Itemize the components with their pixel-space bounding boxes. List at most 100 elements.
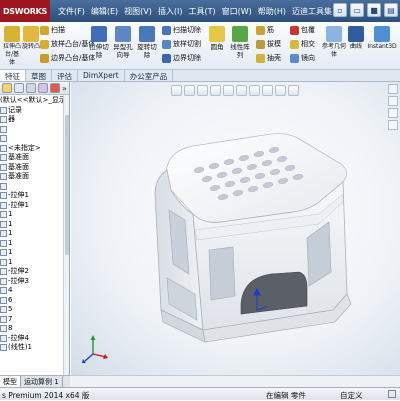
hole-wizard-button[interactable]: 异型孔向导 (112, 26, 134, 59)
new-document-icon[interactable]: ▫ (333, 3, 347, 17)
graphics-viewport[interactable] (71, 82, 400, 375)
tree-item[interactable]: 基准面 (0, 153, 69, 163)
dimxpert-tab-icon[interactable] (38, 83, 48, 93)
menu-edit[interactable]: 编辑(E) (91, 6, 118, 17)
wrap-button[interactable]: 包覆 (290, 25, 315, 35)
tree-item[interactable]: <未指定> (0, 144, 69, 154)
help-icon[interactable] (388, 390, 396, 398)
viewport-horizontal-scrollbar[interactable] (70, 375, 400, 387)
feature-tree: (默认<<默认>_显示状态 记录 器 <未指定> 基准面 基准面 基准面 -拉伸… (0, 95, 69, 353)
tab-dimxpert[interactable]: DimXpert (78, 70, 125, 81)
tree-item[interactable]: 器 (0, 115, 69, 125)
reference-triad (82, 335, 108, 363)
stool-model[interactable] (71, 82, 400, 375)
lofted-cut-button[interactable]: 放样切割 (162, 39, 201, 49)
tree-item-icon (0, 135, 7, 143)
menu-insert[interactable]: 插入(I) (158, 6, 183, 17)
tree-item[interactable]: (默认<<默认>_显示状态 (0, 96, 69, 106)
tab-motion-study[interactable]: 运动算例 1 (21, 376, 63, 387)
status-custom-units[interactable]: 自定义 (340, 390, 363, 401)
instant3d-button[interactable]: Instant3D (366, 26, 398, 51)
tree-item[interactable]: 4 (0, 286, 69, 296)
tab-model[interactable]: 模型 (0, 376, 21, 387)
tree-item[interactable]: -拉伸4 (0, 334, 69, 344)
linear-pattern-icon (232, 26, 248, 42)
tree-item[interactable]: -拉伸1 (0, 201, 69, 211)
tree-item[interactable]: -拉伸1 (0, 191, 69, 201)
tree-item-icon (0, 268, 7, 276)
tree-item[interactable]: 1 (0, 258, 69, 268)
revolve-boss-icon (23, 26, 39, 42)
panel-scrollbar[interactable] (63, 95, 69, 375)
rib-button[interactable]: 筋 (256, 25, 274, 35)
tree-item[interactable]: 基准面 (0, 172, 69, 182)
linear-pattern-button[interactable]: 线性阵列 (228, 26, 252, 59)
tab-sketch[interactable]: 草图 (26, 70, 52, 81)
tree-item[interactable]: 1 (0, 220, 69, 230)
panel-tab-strip: » (0, 82, 69, 95)
sweep-button[interactable]: 扫描 (40, 25, 65, 35)
menu-file[interactable]: 文件(F) (58, 6, 85, 17)
tree-item[interactable]: 7 (0, 315, 69, 325)
menu-help[interactable]: 帮助(H) (258, 6, 286, 17)
draft-button[interactable]: 拔模 (256, 39, 281, 49)
panel-expand-arrow-icon[interactable]: » (62, 84, 67, 93)
configuration-tab-icon[interactable] (26, 83, 36, 93)
revolve-cut-icon (139, 26, 155, 42)
swept-cut-button[interactable]: 扫描切除 (162, 25, 201, 35)
feature-tree-tab-icon[interactable] (2, 83, 12, 93)
extrude-boss-button[interactable]: 拉伸凸台/基体 (2, 26, 22, 67)
tree-item-icon (0, 239, 7, 247)
menu-window[interactable]: 窗口(W) (222, 6, 252, 17)
tree-item-icon (0, 201, 7, 209)
boundary-cut-button[interactable]: 边界切除 (162, 53, 201, 63)
tree-item[interactable]: 1 (0, 210, 69, 220)
tree-item-icon (0, 192, 7, 200)
tree-item[interactable]: 5 (0, 305, 69, 315)
curves-button[interactable]: 曲线 (348, 26, 364, 51)
tab-features[interactable]: 特征 (0, 70, 26, 81)
property-manager-tab-icon[interactable] (14, 83, 24, 93)
tree-item-icon (0, 306, 7, 314)
tree-item[interactable]: 1 (0, 248, 69, 258)
tree-item[interactable]: 1 (0, 229, 69, 239)
tree-item[interactable] (0, 134, 69, 144)
wrap-icon (290, 25, 299, 35)
tab-office-products[interactable]: 办公室产品 (125, 70, 174, 81)
tree-item-icon (0, 315, 7, 323)
reference-geometry-button[interactable]: 参考几何体 (322, 26, 346, 59)
tree-item[interactable]: 基准面 (0, 163, 69, 173)
tree-item-icon (0, 230, 7, 238)
menu-tools[interactable]: 工具(T) (188, 6, 215, 17)
tree-item-icon (0, 325, 7, 333)
tree-item[interactable]: 6 (0, 296, 69, 306)
menu-maidi-tools[interactable]: 迈迪工具集 (292, 6, 332, 17)
tree-item[interactable] (0, 125, 69, 135)
revolve-boss-button[interactable]: 旋转凸台/基体 (22, 26, 40, 51)
tree-item[interactable]: -拉伸3 (0, 277, 69, 287)
panel-scroll-thumb[interactable] (65, 115, 69, 255)
boundary-boss-icon (40, 53, 49, 63)
tab-evaluate[interactable]: 评估 (52, 70, 78, 81)
tree-item-icon (0, 106, 7, 114)
stool-front-left-window (208, 246, 236, 301)
open-folder-icon[interactable]: ▭ (350, 3, 364, 17)
tree-item[interactable] (0, 182, 69, 192)
mirror-button[interactable]: 镜向 (290, 53, 315, 63)
menu-view[interactable]: 视图(V) (124, 6, 152, 17)
revolve-cut-button[interactable]: 旋转切除 (136, 26, 158, 59)
display-manager-tab-icon[interactable] (50, 83, 60, 93)
fillet-button[interactable]: 圆角 (208, 26, 226, 51)
tree-item[interactable]: 8 (0, 324, 69, 334)
tree-item[interactable]: -拉伸2 (0, 267, 69, 277)
tree-item[interactable]: 记录 (0, 106, 69, 116)
extrude-cut-button[interactable]: 拉伸切除 (88, 26, 110, 59)
tree-item-icon (0, 277, 7, 285)
tree-item[interactable]: 1 (0, 239, 69, 249)
print-icon[interactable]: ▤ (384, 3, 398, 17)
intersect-button[interactable]: 相交 (290, 39, 315, 49)
save-icon[interactable]: ■ (367, 3, 381, 17)
shell-button[interactable]: 抽壳 (256, 53, 281, 63)
rib-icon (256, 25, 265, 35)
tree-item[interactable]: (线性)1 (0, 343, 69, 353)
